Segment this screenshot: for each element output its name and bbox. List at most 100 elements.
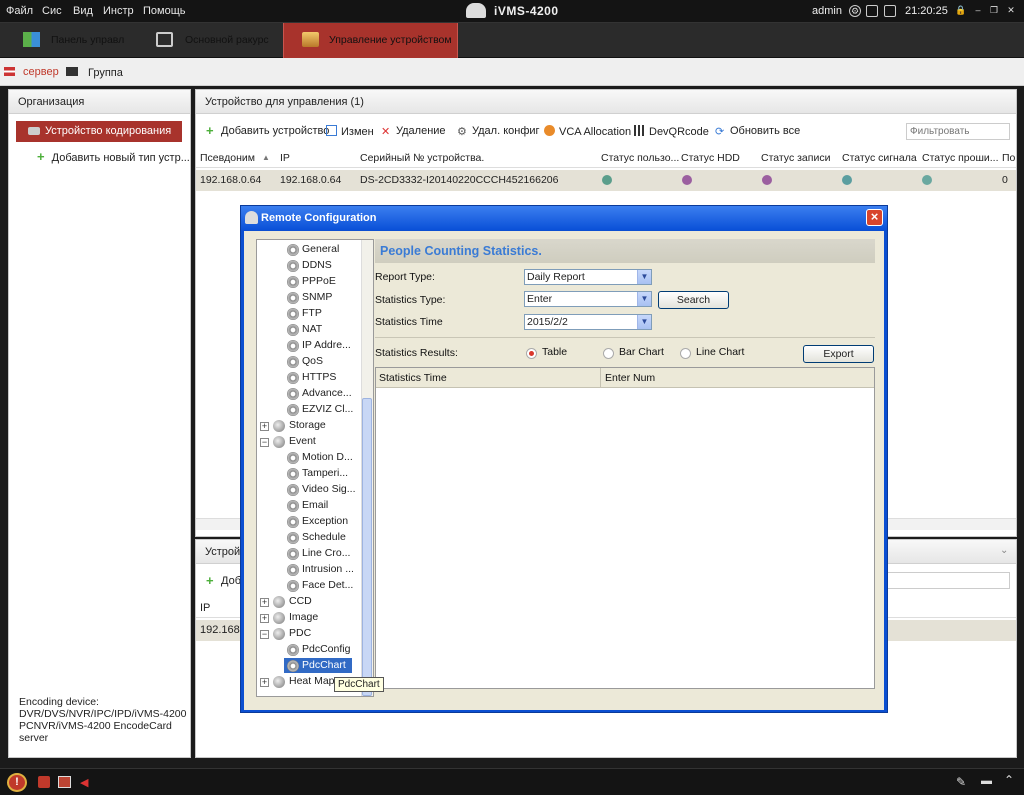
collapse-icon[interactable]: ⌄ [1000,545,1008,556]
col-signal-status[interactable]: Статус сигнала [842,148,917,168]
col-ip[interactable]: IP [280,148,290,168]
tree-item[interactable]: EZVIZ Cl... [257,402,361,418]
subtab-server[interactable]: сервер [23,66,59,78]
menu-system[interactable]: Сис [42,5,62,17]
col-firmware-status[interactable]: Статус проши... [922,148,999,168]
tree-scrollbar[interactable] [361,240,373,696]
tree-item[interactable]: PdcConfig [257,642,361,658]
radio-bar-chart[interactable] [603,348,614,359]
tree-item[interactable]: Intrusion ... [257,562,361,578]
expand-icon[interactable]: + [260,614,269,623]
add-device-button[interactable]: + Добавить устройство [206,124,329,137]
menu-view[interactable]: Вид [73,5,93,17]
collapse-icon[interactable]: − [260,630,269,639]
tab-main-view[interactable]: Основной ракурс [146,23,281,58]
tree-item[interactable]: Advance... [257,386,361,402]
tree-item[interactable]: IP Addre... [257,338,361,354]
col-ip[interactable]: IP [200,602,210,614]
lock-icon[interactable]: 🔒 [955,5,967,17]
expand-icon[interactable]: + [260,422,269,431]
tree-item[interactable]: Tamperi... [257,466,361,482]
radio-table[interactable] [526,348,537,359]
dialog-close-button[interactable]: × [866,209,883,226]
tree-item[interactable]: Line Cro... [257,546,361,562]
tree-item[interactable]: Schedule [257,530,361,546]
collapse-icon[interactable]: − [260,438,269,447]
tree-item[interactable]: HTTPS [257,370,361,386]
tree-item[interactable]: PdcChart [257,658,361,674]
table-row[interactable]: 192.168.0.64 192.168.0.64 DS-2CD3332-I20… [196,170,1016,191]
radio-bar-chart-label[interactable]: Bar Chart [619,346,664,358]
tree-item[interactable]: SNMP [257,290,361,306]
lock-settings-icon[interactable]: ⚙ [849,5,861,17]
tab-control-panel[interactable]: Панель управл [13,23,143,58]
tree-scrollbar-thumb[interactable] [362,398,372,696]
col-hdd-status[interactable]: Статус HDD [681,148,740,168]
tree-item[interactable]: PPPoE [257,274,361,290]
minimize-icon[interactable]: – [972,5,984,17]
vca-allocation-button[interactable]: VCA Allocation [544,125,631,138]
tree-item-label: Video Sig... [302,483,356,495]
report-type-select[interactable]: Daily Report ▼ [524,269,652,285]
tree-group-pdc[interactable]: − PDC [257,626,361,642]
menu-tools[interactable]: Инстр [103,5,134,17]
expand-icon[interactable]: + [260,678,269,687]
delete-button[interactable]: ✕ Удаление [381,125,446,138]
export-button[interactable]: Export [803,345,874,363]
tree-item[interactable]: Face Det... [257,578,361,594]
close-icon[interactable]: ✕ [1005,5,1017,17]
tree-item[interactable]: Email [257,498,361,514]
col-alias[interactable]: Псевдоним [200,148,255,168]
tree-item[interactable]: Exception [257,514,361,530]
col-user-status[interactable]: Статус пользо... [601,148,679,168]
main-tab-bar: Панель управл Основной ракурс Управление… [0,23,1024,58]
dialog-title-bar[interactable]: Remote Configuration × [241,206,887,230]
statistics-type-select[interactable]: Enter ▼ [524,291,652,307]
statistics-time-picker[interactable]: 2015/2/2 ▼ [524,314,652,330]
menu-help[interactable]: Помощь [143,5,186,17]
remote-config-button[interactable]: ⚙ Удал. конфиг [457,125,540,138]
tab-device-management[interactable]: Управление устройством [283,23,458,58]
restore-icon[interactable]: ❐ [988,5,1000,17]
chevron-down-icon: ▼ [637,270,651,284]
tree-item[interactable]: DDNS [257,258,361,274]
col-record-status[interactable]: Статус записи [761,148,830,168]
org-item-encoding-device[interactable]: Устройство кодирования [16,121,182,142]
col-enter-num[interactable]: Enter Num [605,372,655,384]
refresh-all-button[interactable]: ⟳ Обновить все [715,125,800,138]
current-user[interactable]: admin [812,5,842,17]
gear-icon [287,404,299,416]
modify-button[interactable]: Измен [326,125,374,138]
tree-group-event[interactable]: − Event [257,434,361,450]
alarm-icon[interactable]: ! [7,773,27,792]
window-icon[interactable]: ▬ [981,775,992,787]
tree-item[interactable]: Video Sig... [257,482,361,498]
tree-group-image[interactable]: + Image [257,610,361,626]
expand-up-icon[interactable]: ⌃ [1004,773,1014,787]
pin-icon[interactable]: ✎ [956,775,966,789]
col-last[interactable]: По [1002,148,1015,168]
radio-table-label[interactable]: Table [542,346,567,358]
org-item-add-new-type[interactable]: + Добавить новый тип устр... [37,149,190,164]
menu-file[interactable]: Файл [6,5,33,17]
alarm-event-icon[interactable] [38,776,50,788]
tree-group-ccd[interactable]: + CCD [257,594,361,610]
col-serial[interactable]: Серийный № устройства. [360,148,484,168]
sound-off-icon[interactable]: ◀ [80,776,92,789]
dev-qrcode-button[interactable]: DevQRcode [634,125,709,138]
radio-line-chart-label[interactable]: Line Chart [696,346,744,358]
organization-panel: Организация Устройство кодирования + Доб… [8,89,191,758]
subtab-group[interactable]: Группа [88,67,123,79]
tree-group-storage[interactable]: + Storage [257,418,361,434]
col-statistics-time[interactable]: Statistics Time [379,372,447,384]
tree-item[interactable]: General [257,242,361,258]
tree-item[interactable]: NAT [257,322,361,338]
search-button[interactable]: Search [658,291,729,309]
tree-item[interactable]: FTP [257,306,361,322]
tree-item[interactable]: QoS [257,354,361,370]
expand-icon[interactable]: + [260,598,269,607]
tree-item[interactable]: Motion D... [257,450,361,466]
radio-line-chart[interactable] [680,348,691,359]
filter-input[interactable] [906,123,1010,140]
message-icon[interactable] [58,776,71,788]
